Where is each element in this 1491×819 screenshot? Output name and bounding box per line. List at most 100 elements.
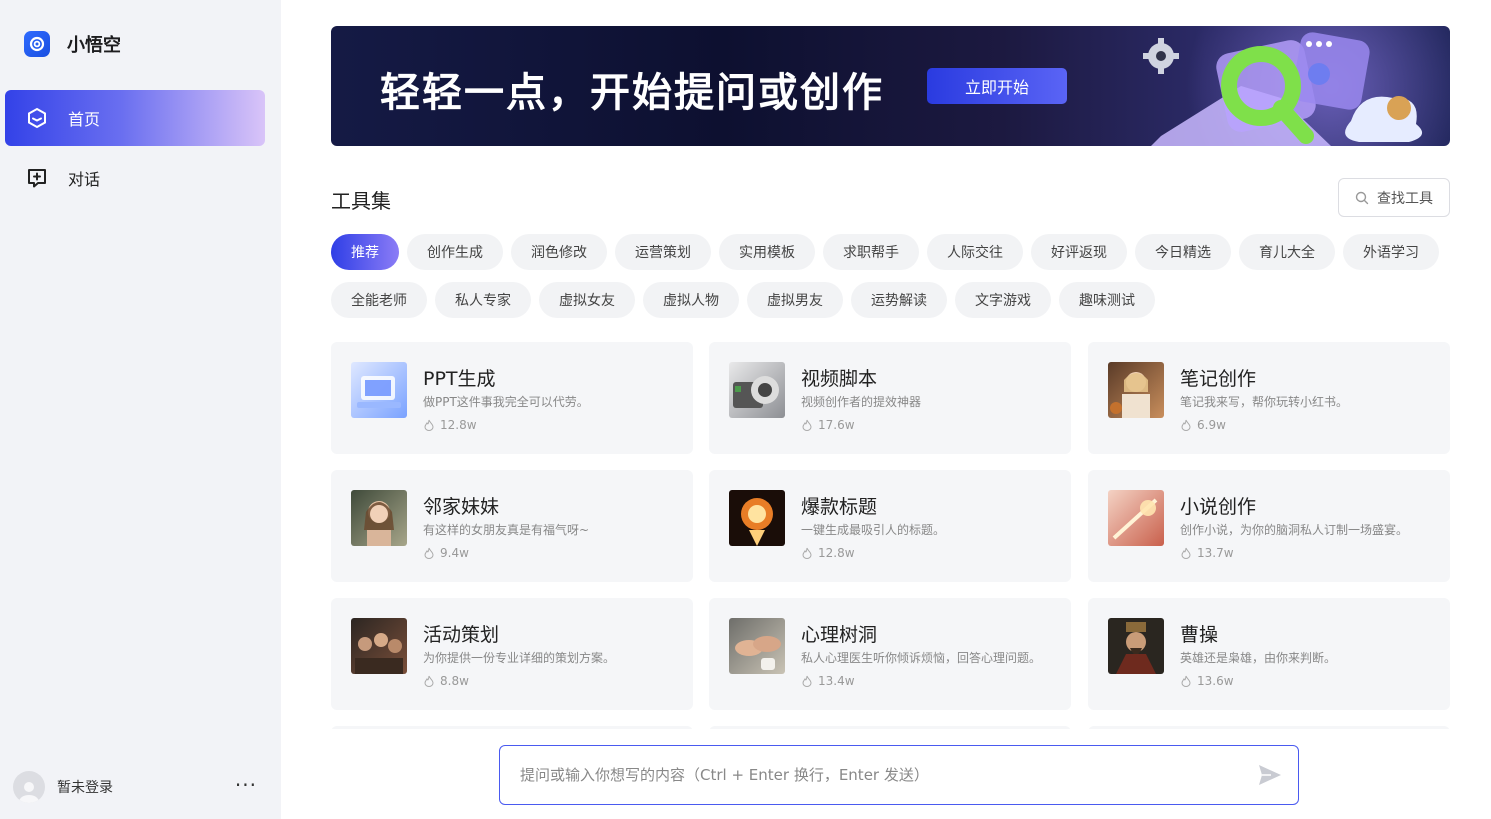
tool-card-partial[interactable] [331,726,693,729]
tool-usage-count: 17.6w [818,418,855,432]
tool-desc: 笔记我来写，帮你玩转小红书。 [1180,395,1349,409]
chip-teacher[interactable]: 全能老师 [331,282,427,318]
tools-section-title: 工具集 [331,189,391,213]
tool-card[interactable]: 活动策划 为你提供一份专业详细的策划方案。 8.8w [331,598,693,710]
user-name[interactable]: 暂未登录 [57,777,113,797]
tool-usage: 13.6w [1180,674,1234,688]
tool-title: 笔记创作 [1180,368,1257,390]
tool-desc: 一键生成最吸引人的标题。 [801,523,946,537]
hero-banner[interactable]: 轻轻一点，开始提问或创作 立即开始 [331,26,1450,146]
banner-title: 轻轻一点，开始提问或创作 [380,70,884,116]
composer [499,745,1299,805]
chip-operations[interactable]: 运营策划 [615,234,711,270]
tool-usage-count: 13.4w [818,674,855,688]
chip-templates[interactable]: 实用模板 [719,234,815,270]
chip-daily-picks[interactable]: 今日精选 [1135,234,1231,270]
chip-parenting[interactable]: 育儿大全 [1239,234,1335,270]
brand-name: 小悟空 [67,35,121,56]
search-icon [1355,191,1369,205]
chip-text-games[interactable]: 文字游戏 [955,282,1051,318]
tool-title: 邻家妹妹 [423,496,500,518]
tool-card[interactable]: 心理树洞 私人心理医生听你倾诉烦恼，回答心理问题。 13.4w [709,598,1071,710]
tool-title: 小说创作 [1180,496,1257,518]
tool-card[interactable]: 爆款标题 一键生成最吸引人的标题。 12.8w [709,470,1071,582]
ppt-thumbnail [351,362,407,418]
girl-next-door-thumbnail [351,490,407,546]
chip-virtual-character[interactable]: 虚拟人物 [643,282,739,318]
brand[interactable]: 小悟空 [24,31,121,57]
chip-job-help[interactable]: 求职帮手 [823,234,919,270]
nav-item-chat[interactable]: 对话 [5,150,265,206]
chip-virtual-boyfriend[interactable]: 虚拟男友 [747,282,843,318]
tool-title: PPT生成 [423,368,496,390]
chip-recommend[interactable]: 推荐 [331,234,399,270]
chip-fortune[interactable]: 运势解读 [851,282,947,318]
tool-usage-count: 13.7w [1197,546,1234,560]
tool-usage-count: 12.8w [440,418,477,432]
tool-card-partial[interactable] [709,726,1071,729]
chip-language[interactable]: 外语学习 [1343,234,1439,270]
fire-icon [424,675,434,687]
tool-card[interactable]: 小说创作 创作小说，为你的脑洞私人订制一场盛宴。 13.7w [1088,470,1450,582]
cao-cao-thumbnail [1108,618,1164,674]
tool-usage: 8.8w [423,674,469,688]
tool-usage: 6.9w [1180,418,1226,432]
note-thumbnail [1108,362,1164,418]
fire-icon [1181,419,1191,431]
avatar[interactable] [13,771,45,803]
fire-icon [802,547,812,559]
tool-usage: 13.4w [801,674,855,688]
tool-desc: 视频创作者的提效神器 [801,395,922,409]
prompt-input[interactable] [520,766,1220,784]
tool-title: 活动策划 [423,624,500,646]
tool-title: 心理树洞 [801,624,878,646]
send-icon[interactable] [1258,764,1282,790]
tool-card[interactable]: 视频脚本 视频创作者的提效神器 17.6w [709,342,1071,454]
tool-card-partial[interactable] [1088,726,1450,729]
start-now-button[interactable]: 立即开始 [927,68,1067,104]
mind-treehole-thumbnail [729,618,785,674]
tool-usage: 13.7w [1180,546,1234,560]
tool-desc: 做PPT这件事我完全可以代劳。 [423,395,589,409]
tool-card[interactable]: 邻家妹妹 有这样的女朋友真是有福气呀~ 9.4w [331,470,693,582]
tool-usage: 12.8w [801,546,855,560]
chip-fun-tests[interactable]: 趣味测试 [1059,282,1155,318]
tool-usage-count: 12.8w [818,546,855,560]
more-options-icon[interactable]: ··· [235,775,257,795]
tool-card[interactable]: 曹操 英雄还是枭雄，由你来判断。 13.6w [1088,598,1450,710]
tool-usage: 17.6w [801,418,855,432]
fire-icon [424,419,434,431]
chip-polish[interactable]: 润色修改 [511,234,607,270]
tool-desc: 私人心理医生听你倾诉烦恼，回答心理问题。 [801,651,1042,665]
viral-title-thumbnail [729,490,785,546]
find-tool-button[interactable]: 查找工具 [1338,178,1450,217]
sidebar: 小悟空 首页 对话 暂未登录 ··· [0,0,281,819]
tool-usage: 9.4w [423,546,469,560]
tool-usage: 12.8w [423,418,477,432]
find-tool-label: 查找工具 [1377,190,1433,207]
chip-virtual-girlfriend[interactable]: 虚拟女友 [539,282,635,318]
tool-usage-count: 9.4w [440,546,469,560]
fire-icon [1181,547,1191,559]
chip-creation[interactable]: 创作生成 [407,234,503,270]
tool-desc: 创作小说，为你的脑洞私人订制一场盛宴。 [1180,523,1409,537]
tool-usage-count: 6.9w [1197,418,1226,432]
brand-logo-icon [24,31,50,57]
fire-icon [424,547,434,559]
tool-usage-count: 8.8w [440,674,469,688]
tool-card[interactable]: PPT生成 做PPT这件事我完全可以代劳。 12.8w [331,342,693,454]
tool-title: 爆款标题 [801,496,878,518]
video-script-thumbnail [729,362,785,418]
chip-expert[interactable]: 私人专家 [435,282,531,318]
event-planning-thumbnail [351,618,407,674]
tool-cards: PPT生成 做PPT这件事我完全可以代劳。 12.8w 视频脚本 视频创作者的提… [331,342,1450,729]
user-row: 暂未登录 ··· [13,771,263,803]
chat-plus-icon [25,166,49,190]
tool-title: 视频脚本 [801,368,878,390]
nav-item-home[interactable]: 首页 [5,90,265,146]
chip-social[interactable]: 人际交往 [927,234,1023,270]
tool-usage-count: 13.6w [1197,674,1234,688]
fire-icon [802,675,812,687]
chip-cashback[interactable]: 好评返现 [1031,234,1127,270]
tool-card[interactable]: 笔记创作 笔记我来写，帮你玩转小红书。 6.9w [1088,342,1450,454]
